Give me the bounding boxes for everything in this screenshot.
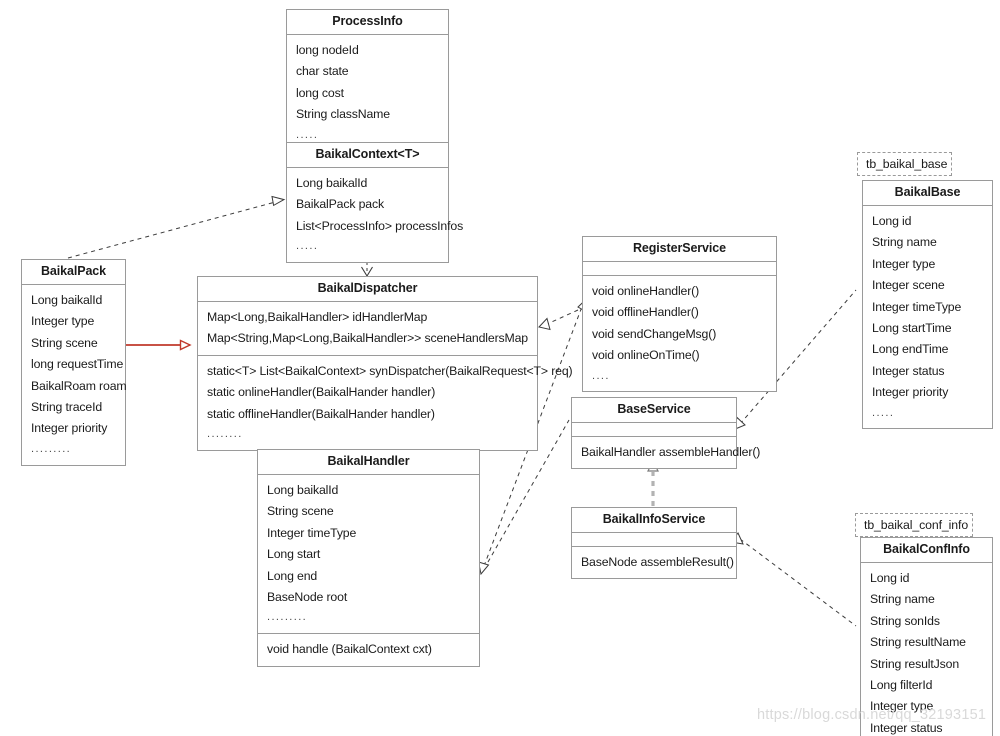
- class-box-baikal-handler[interactable]: BaikalHandler Long baikalId String scene…: [257, 449, 480, 667]
- class-member: static<T> List<BaikalContext> synDispatc…: [207, 363, 573, 378]
- methods-compartment-baikal-dispatcher: static<T> List<BaikalContext> synDispatc…: [198, 354, 573, 450]
- class-member: BaikalPack pack: [296, 197, 384, 212]
- class-member: Long startTime: [872, 321, 952, 336]
- class-member: Long filterId: [870, 678, 933, 693]
- methods-compartment-base-service: BaikalHandler assembleHandler(): [572, 435, 761, 468]
- class-member: Integer priority: [872, 385, 949, 400]
- methods-compartment-register-service: void onlineHandler() void offlineHandler…: [583, 274, 776, 391]
- class-box-process-info[interactable]: ProcessInfo long nodeId char state long …: [286, 9, 449, 152]
- class-title-baikal-context: BaikalContext<T>: [287, 143, 448, 168]
- class-member: List<ProcessInfo> processInfos: [296, 218, 464, 233]
- class-box-register-service[interactable]: RegisterService void onlineHandler() voi…: [582, 236, 777, 393]
- class-title-process-info: ProcessInfo: [287, 10, 448, 35]
- class-member: void sendChangeMsg(): [592, 326, 717, 341]
- class-box-baikal-info-service[interactable]: BaikalInfoService BaseNode assembleResul…: [571, 507, 737, 580]
- attributes-compartment-baikal-info-service: [572, 533, 736, 546]
- attributes-compartment-process-info: long nodeId char state long cost String …: [287, 35, 448, 150]
- class-member-ellipsis: ........: [207, 428, 243, 441]
- class-member: String name: [872, 235, 937, 250]
- attributes-compartment-baikal-dispatcher: Map<Long,BaikalHandler> idHandlerMap Map…: [198, 302, 537, 355]
- class-member: Integer type: [31, 314, 95, 329]
- class-member: String name: [870, 592, 935, 607]
- class-member: Long id: [872, 213, 912, 228]
- class-member: String resultName: [870, 635, 966, 650]
- class-member: static offlineHandler(BaikalHander handl…: [207, 406, 435, 421]
- class-member: Map<String,Map<Long,BaikalHandler>> scen…: [207, 331, 528, 346]
- class-member: String resultJson: [870, 656, 960, 671]
- class-member: BaikalRoam roam: [31, 378, 127, 393]
- rel-baikalinfoservice-baikalconfinfo: [730, 532, 857, 627]
- attributes-compartment-baikal-context: Long baikalId BaikalPack pack List<Proce…: [287, 168, 464, 262]
- attributes-compartment-baikal-handler: Long baikalId String scene Integer timeT…: [258, 475, 479, 633]
- methods-compartment-baikal-info-service: BaseNode assembleResult(): [572, 545, 736, 578]
- class-box-base-service[interactable]: BaseService BaikalHandler assembleHandle…: [571, 397, 761, 470]
- class-member: String scene: [31, 335, 98, 350]
- class-member: String scene: [267, 504, 334, 519]
- class-member: Long baikalId: [267, 482, 339, 497]
- class-member: Integer timeType: [872, 299, 962, 314]
- methods-compartment-baikal-handler: void handle (BaikalContext cxt): [258, 633, 479, 665]
- class-member-ellipsis: .....: [872, 406, 895, 419]
- class-member: void onlineOnTime(): [592, 348, 700, 363]
- class-title-baikal-dispatcher: BaikalDispatcher: [198, 277, 537, 302]
- class-title-register-service: RegisterService: [583, 237, 776, 262]
- watermark-text: https://blog.csdn.net/qq_32193151: [757, 707, 987, 723]
- class-member-ellipsis: ....: [592, 369, 610, 382]
- class-member: String className: [296, 107, 390, 122]
- attributes-compartment-baikal-base: Long id String name Integer type Integer…: [863, 206, 992, 429]
- table-tag-baikal-conf-info: tb_baikal_conf_info: [855, 513, 973, 537]
- class-title-baikal-info-service: BaikalInfoService: [572, 508, 736, 533]
- class-member: Long start: [267, 547, 321, 562]
- class-box-baikal-pack[interactable]: BaikalPack Long baikalId Integer type St…: [21, 259, 127, 466]
- class-member: Integer type: [872, 256, 936, 271]
- class-member-ellipsis: .....: [296, 240, 319, 253]
- class-title-baikal-handler: BaikalHandler: [258, 450, 479, 475]
- class-member: Integer status: [872, 363, 945, 378]
- rel-baikalpack-baikalcontext: [67, 195, 286, 259]
- class-member: String sonIds: [870, 613, 940, 628]
- class-title-baikal-base: BaikalBase: [863, 181, 992, 206]
- class-member: String traceId: [31, 400, 103, 415]
- class-member: Long baikalId: [296, 175, 368, 190]
- class-member-ellipsis: .........: [267, 611, 308, 624]
- class-member: char state: [296, 64, 349, 79]
- class-member: void onlineHandler(): [592, 283, 700, 298]
- uml-diagram-canvas: ProcessInfo long nodeId char state long …: [0, 0, 1000, 736]
- class-member: Map<Long,BaikalHandler> idHandlerMap: [207, 309, 428, 324]
- class-member: void handle (BaikalContext cxt): [267, 642, 432, 657]
- class-member: long requestTime: [31, 357, 124, 372]
- class-member: long nodeId: [296, 42, 359, 57]
- class-member: Long baikalId: [31, 292, 103, 307]
- attributes-compartment-register-service: [583, 262, 776, 275]
- class-member: Integer priority: [31, 421, 108, 436]
- class-title-base-service: BaseService: [572, 398, 736, 423]
- rel-registerservice-baikaldispatcher: [538, 309, 579, 331]
- class-member: static onlineHandler(BaikalHander handle…: [207, 385, 436, 400]
- class-title-baikal-pack: BaikalPack: [22, 260, 125, 285]
- class-member-ellipsis: .........: [31, 442, 72, 455]
- attributes-compartment-base-service: [572, 423, 736, 436]
- class-member: Long id: [870, 570, 910, 585]
- class-box-baikal-dispatcher[interactable]: BaikalDispatcher Map<Long,BaikalHandler>…: [197, 276, 573, 451]
- class-member: BaseNode root: [267, 590, 348, 605]
- table-tag-baikal-base: tb_baikal_base: [857, 152, 952, 176]
- class-box-baikal-context[interactable]: BaikalContext<T> Long baikalId BaikalPac…: [286, 142, 464, 263]
- class-box-baikal-base[interactable]: BaikalBase Long id String name Integer t…: [862, 180, 993, 430]
- class-member: Integer timeType: [267, 525, 357, 540]
- class-title-baikal-conf-info: BaikalConfInfo: [861, 538, 992, 563]
- class-member: BaseNode assembleResult(): [581, 554, 734, 569]
- attributes-compartment-baikal-pack: Long baikalId Integer type String scene …: [22, 285, 127, 465]
- class-member: BaikalHandler assembleHandler(): [581, 444, 761, 459]
- class-member: Integer scene: [872, 278, 945, 293]
- class-member: Long endTime: [872, 342, 949, 357]
- class-member: Long end: [267, 568, 318, 583]
- class-member: long cost: [296, 85, 344, 100]
- class-member: void offlineHandler(): [592, 305, 699, 320]
